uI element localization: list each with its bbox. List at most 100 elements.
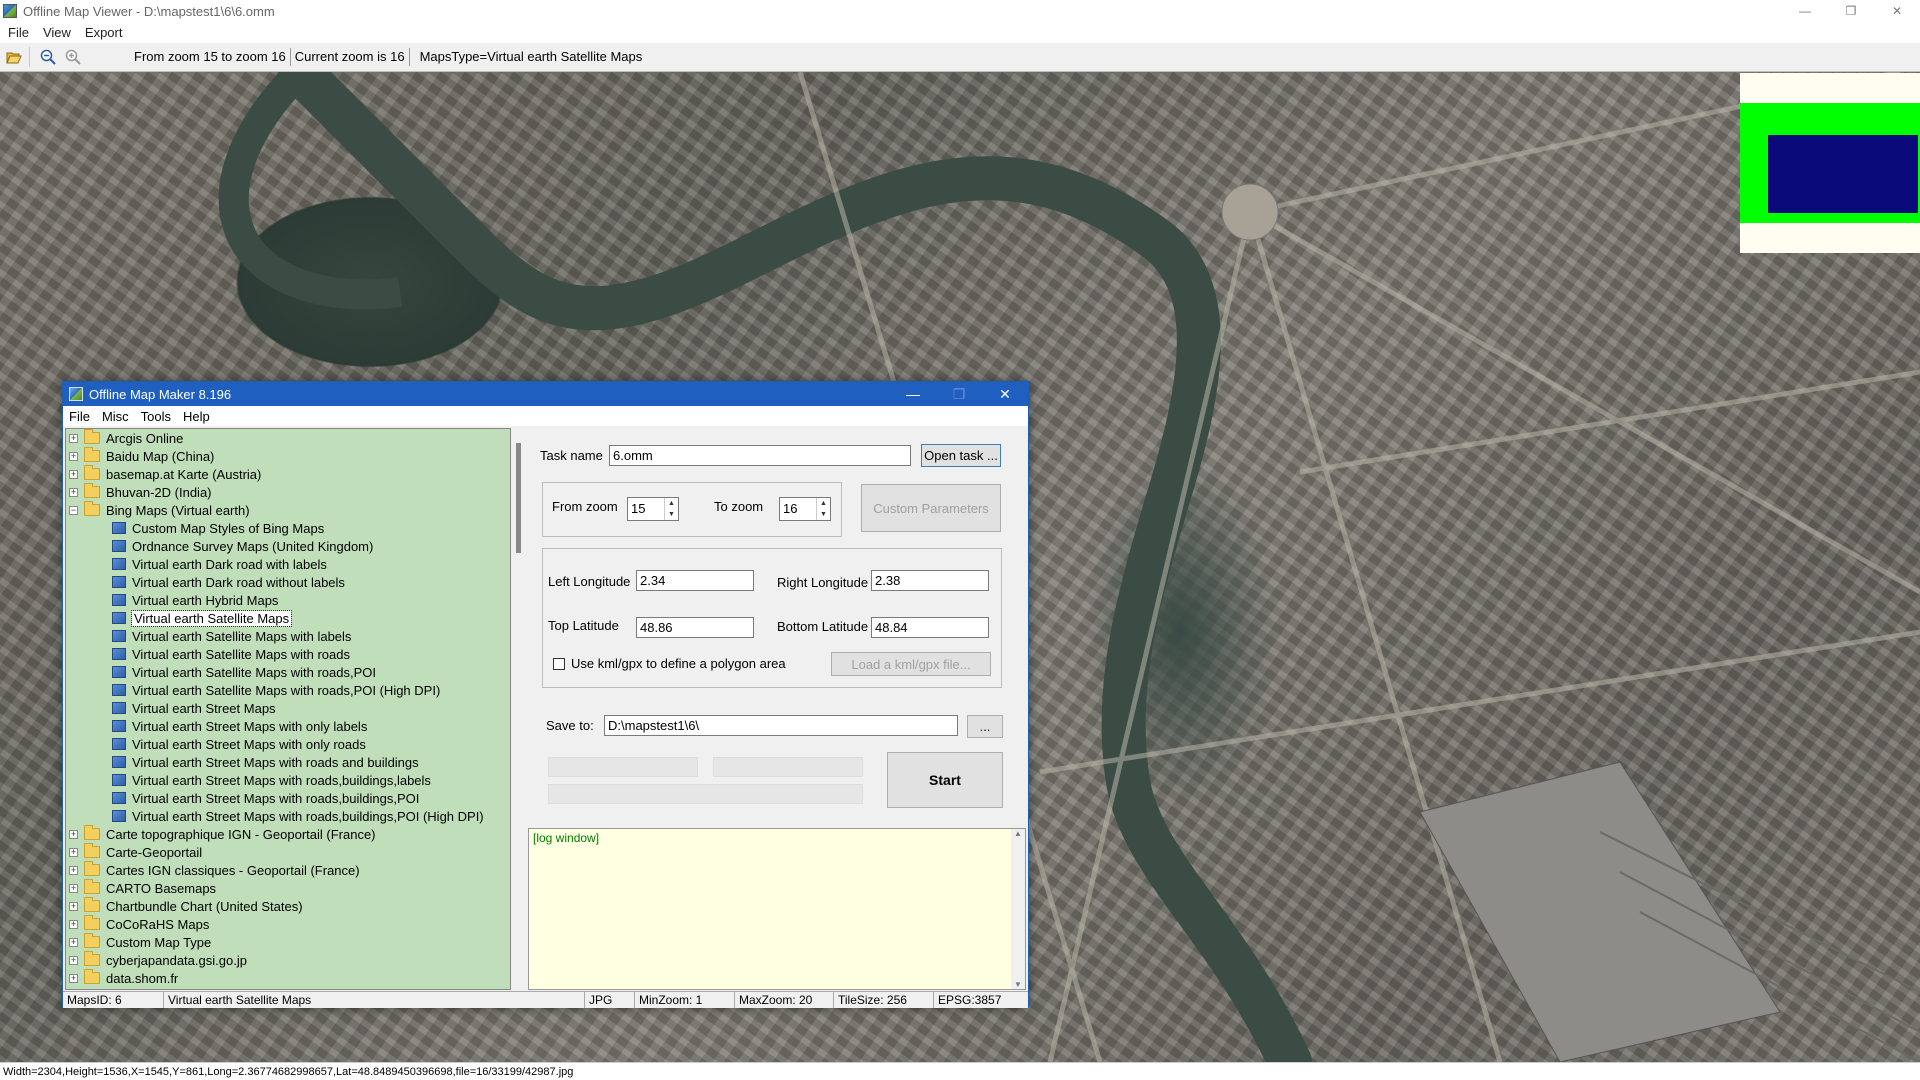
expand-icon[interactable]: + bbox=[69, 433, 78, 443]
tree-leaf-item[interactable]: Virtual earth Dark road without labels bbox=[66, 573, 510, 591]
task-name-input[interactable]: 6.omm bbox=[609, 445, 911, 466]
log-text: [log window] bbox=[533, 831, 600, 845]
expand-icon[interactable]: + bbox=[69, 829, 78, 839]
tree-scroll-thumb[interactable] bbox=[516, 443, 521, 553]
tree-leaf-item[interactable]: Virtual earth Satellite Maps with roads bbox=[66, 645, 510, 663]
top-latitude-label: Top Latitude bbox=[548, 618, 619, 633]
tree-folder-item[interactable]: + CARTO Basemaps bbox=[66, 879, 510, 897]
folder-icon bbox=[84, 879, 100, 894]
tree-leaf-item[interactable]: Virtual earth Street Maps with only road… bbox=[66, 735, 510, 753]
close-button[interactable]: ✕ bbox=[1874, 0, 1920, 22]
expand-icon[interactable]: + bbox=[69, 451, 78, 461]
tree-folder-item[interactable]: + Bhuvan-2D (India) bbox=[66, 483, 510, 501]
tree-leaf-item[interactable]: Virtual earth Satellite Maps with roads,… bbox=[66, 681, 510, 699]
tree-leaf-item[interactable]: Ordnance Survey Maps (United Kingdom) bbox=[66, 537, 510, 555]
tree-leaf-item[interactable]: Virtual earth Street Maps bbox=[66, 699, 510, 717]
restore-button[interactable]: ❐ bbox=[1828, 0, 1874, 22]
tree-folder-item[interactable]: + basemap.at Karte (Austria) bbox=[66, 465, 510, 483]
tree-folder-item[interactable]: − Bing Maps (Virtual earth) bbox=[66, 501, 510, 519]
tree-leaf-item[interactable]: Virtual earth Dark road with labels bbox=[66, 555, 510, 573]
maker-menu-help[interactable]: Help bbox=[183, 409, 210, 424]
expand-icon[interactable]: + bbox=[69, 973, 78, 983]
log-scrollbar[interactable]: ▲ ▼ bbox=[1011, 829, 1025, 989]
menu-view[interactable]: View bbox=[43, 25, 71, 40]
zoom-out-icon[interactable] bbox=[37, 46, 59, 68]
top-latitude-input[interactable]: 48.86 bbox=[636, 617, 754, 638]
expand-icon[interactable]: + bbox=[69, 937, 78, 947]
tree-item-label: Virtual earth Street Maps with only labe… bbox=[132, 718, 368, 734]
maker-menu-tools[interactable]: Tools bbox=[141, 409, 171, 424]
maker-minimize-button[interactable]: — bbox=[890, 382, 936, 406]
tree-leaf-item[interactable]: Virtual earth Street Maps with roads,bui… bbox=[66, 807, 510, 825]
tree-folder-item[interactable]: + Carte-Geoportail bbox=[66, 843, 510, 861]
to-zoom-value[interactable]: 16 bbox=[783, 501, 797, 516]
to-zoom-spinner[interactable]: 16 ▲ ▼ bbox=[779, 497, 831, 521]
menu-export[interactable]: Export bbox=[85, 25, 123, 40]
scroll-up-icon[interactable]: ▲ bbox=[1014, 829, 1022, 838]
tree-folder-item[interactable]: + Carte topographique IGN - Geoportail (F… bbox=[66, 825, 510, 843]
collapse-icon[interactable]: − bbox=[69, 505, 78, 515]
tree-folder-item[interactable]: + Chartbundle Chart (United States) bbox=[66, 897, 510, 915]
expand-icon[interactable]: + bbox=[69, 469, 78, 479]
browse-button[interactable]: ... bbox=[967, 715, 1003, 738]
save-to-input[interactable]: D:\mapstest1\6\ bbox=[604, 715, 958, 736]
minimize-button[interactable]: — bbox=[1782, 0, 1828, 22]
zoom-in-icon[interactable] bbox=[62, 46, 84, 68]
load-kml-button[interactable]: Load a kml/gpx file... bbox=[831, 652, 991, 676]
expand-icon[interactable]: + bbox=[69, 919, 78, 929]
tree-scrollbar[interactable] bbox=[513, 428, 525, 990]
tree-leaf-item[interactable]: Virtual earth Street Maps with only labe… bbox=[66, 717, 510, 735]
left-longitude-input[interactable]: 2.34 bbox=[636, 570, 754, 591]
minimap[interactable] bbox=[1740, 73, 1920, 253]
right-longitude-input[interactable]: 2.38 bbox=[871, 570, 989, 591]
expand-icon[interactable]: + bbox=[69, 901, 78, 911]
from-zoom-value[interactable]: 15 bbox=[631, 501, 645, 516]
tree-folder-item[interactable]: + Cartes IGN classiques - Geoportail (Fra… bbox=[66, 861, 510, 879]
minimap-viewport[interactable] bbox=[1768, 135, 1918, 213]
expand-icon[interactable]: + bbox=[69, 847, 78, 857]
tree-folder-item[interactable]: + cyberjapandata.gsi.go.jp bbox=[66, 951, 510, 969]
tree-folder-item[interactable]: + CoCoRaHS Maps bbox=[66, 915, 510, 933]
kml-checkbox[interactable] bbox=[553, 658, 565, 670]
expand-icon[interactable]: + bbox=[69, 487, 78, 497]
tree-leaf-item[interactable]: Virtual earth Hybrid Maps bbox=[66, 591, 510, 609]
tree-folder-item[interactable]: + data.shom.fr bbox=[66, 969, 510, 987]
maker-close-button[interactable]: ✕ bbox=[982, 382, 1028, 406]
menu-file[interactable]: File bbox=[8, 25, 29, 40]
expand-icon[interactable]: + bbox=[69, 883, 78, 893]
tree-leaf-item[interactable]: Virtual earth Satellite Maps with roads,… bbox=[66, 663, 510, 681]
maker-menu-file[interactable]: File bbox=[69, 409, 90, 424]
spinner-arrows-icon[interactable]: ▲ ▼ bbox=[664, 498, 678, 520]
plaza bbox=[1221, 183, 1279, 241]
left-longitude-label: Left Longitude bbox=[548, 574, 631, 589]
tree-leaf-item[interactable]: Virtual earth Street Maps with roads,bui… bbox=[66, 789, 510, 807]
folder-icon bbox=[84, 969, 100, 984]
tree-leaf-item[interactable]: Virtual earth Street Maps with roads and… bbox=[66, 753, 510, 771]
spinner-arrows-icon[interactable]: ▲ ▼ bbox=[816, 498, 830, 520]
scroll-down-icon[interactable]: ▼ bbox=[1014, 980, 1022, 989]
maker-window-controls: — ❐ ✕ bbox=[890, 382, 1028, 406]
start-button[interactable]: Start bbox=[887, 752, 1003, 808]
tree-leaf-item[interactable]: Custom Map Styles of Bing Maps bbox=[66, 519, 510, 537]
open-task-button[interactable]: Open task ... bbox=[921, 444, 1001, 467]
tree-folder-item[interactable]: + Arcgis Online bbox=[66, 429, 510, 447]
bottom-latitude-input[interactable]: 48.84 bbox=[871, 617, 989, 638]
maker-menu-misc[interactable]: Misc bbox=[102, 409, 129, 424]
custom-parameters-button[interactable]: Custom Parameters bbox=[861, 484, 1001, 532]
folder-open-icon[interactable] bbox=[3, 46, 25, 68]
tree-leaf-item[interactable]: Virtual earth Street Maps with roads,bui… bbox=[66, 771, 510, 789]
tree-folder-item[interactable]: + Baidu Map (China) bbox=[66, 447, 510, 465]
tree-leaf-item[interactable]: Virtual earth Satellite Maps with labels bbox=[66, 627, 510, 645]
log-window[interactable]: [log window] ▲ ▼ bbox=[528, 828, 1026, 990]
app-icon bbox=[69, 387, 83, 401]
expand-icon[interactable]: + bbox=[69, 955, 78, 965]
status-epsg: EPSG:3857 bbox=[938, 993, 1002, 1007]
tree-item-label: Virtual earth Street Maps with roads,bui… bbox=[132, 772, 431, 788]
tree-folder-item[interactable]: + Custom Map Type bbox=[66, 933, 510, 951]
tree-item-label: Virtual earth Satellite Maps with roads bbox=[132, 646, 350, 662]
from-zoom-spinner[interactable]: 15 ▲ ▼ bbox=[627, 497, 679, 521]
map-type-tree[interactable]: + Arcgis Online + Baidu Map (China) + basemap… bbox=[65, 428, 511, 990]
map-layer-icon bbox=[112, 648, 126, 660]
expand-icon[interactable]: + bbox=[69, 865, 78, 875]
tree-leaf-item[interactable]: Virtual earth Satellite Maps bbox=[66, 609, 510, 627]
